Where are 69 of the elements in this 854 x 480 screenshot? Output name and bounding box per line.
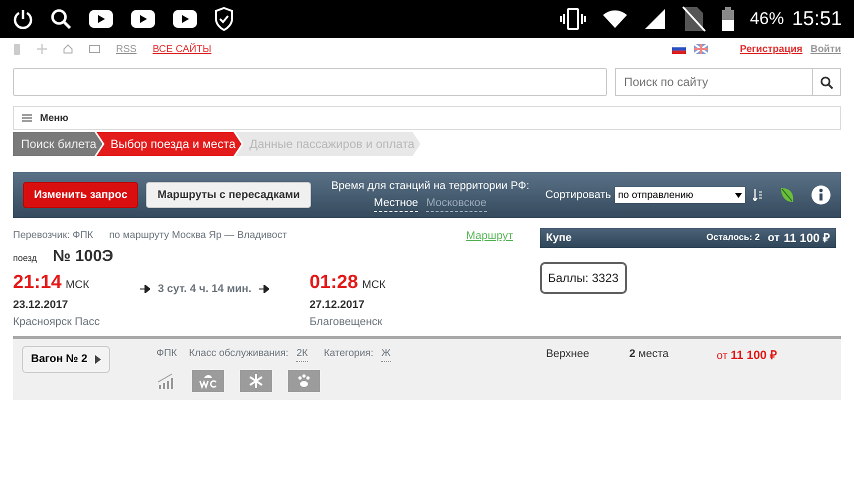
category-value: Ж [381,346,391,362]
site-search-field[interactable]: Поиск по сайту [615,68,813,96]
step-tab[interactable]: Поиск билета [13,132,102,156]
time-zone: МСК [66,278,90,292]
battery-percent: 46% [750,8,784,30]
play-icon [130,9,156,29]
category-label: Категория: [324,347,374,361]
departure-station: Красноярск Пасс [13,314,100,330]
clock: 15:51 [792,7,842,32]
route-link[interactable]: Маршрут [466,228,513,244]
search-icon [50,8,72,30]
seat-type: Верхнее [546,347,590,362]
change-query-button[interactable]: Изменить запрос [23,182,138,208]
wagon-price: от 11 100 ₽ [716,347,777,364]
seats-count: 2 места [629,347,669,362]
vibrate-icon [560,8,586,30]
main-input-field[interactable] [13,68,607,96]
wifi-icon [602,9,628,29]
step-tab[interactable]: Выбор поезда и места [96,132,242,156]
carrier-text: Перевозчик: ФПК [13,229,94,243]
transfer-routes-button[interactable]: Маршруты с пересадками [146,182,311,208]
play-icon [172,9,198,29]
russian-flag-icon[interactable] [672,44,686,54]
dropdown-caret-icon[interactable] [735,192,742,198]
train-label: поезд [13,252,37,265]
time-option[interactable]: Московское [426,194,487,212]
points-badge: Баллы: 3323 [540,262,627,294]
sort-select[interactable]: по отправлению [615,187,745,203]
login-link[interactable]: Войти [810,42,841,56]
arrival-station: Благовещенск [309,314,384,330]
time-zone: МСК [362,278,386,292]
british-flag-icon[interactable] [694,44,708,54]
power-icon [12,8,34,30]
snowflake-icon [240,370,272,392]
play-icon [88,9,114,29]
arrow-icon [259,284,270,293]
departure-date: 23.12.2017 [13,298,70,313]
departure-time: 21:14 [13,270,62,294]
search-button[interactable] [813,68,841,96]
service-class-label: Класс обслуживания: [188,347,288,361]
duration-text: 3 сут. 4 ч. 14 мин. [158,282,252,296]
wagon-button[interactable]: Вагон № 2 [22,346,110,372]
carrier-name: ФПК [156,347,177,361]
caret-icon [95,354,102,364]
wc-icon [192,370,224,392]
info-icon[interactable] [811,185,831,205]
menu-icon[interactable] [22,114,32,122]
battery-icon [722,7,734,31]
arrival-time: 01:28 [309,270,358,294]
shield-icon [214,7,234,31]
train-number: № 100Э [52,246,114,266]
no-sim-icon [682,6,706,32]
menu-label[interactable]: Меню [40,110,68,126]
sort-icon[interactable] [753,189,763,201]
rss-link[interactable]: RSS [116,42,137,56]
all-sites-link[interactable]: ВСЕ САЙТЫ [152,42,212,56]
signal-icon [644,8,666,30]
time-zone-label: Время для станций на территории РФ: [331,179,530,194]
service-class-value: 2К [296,346,308,362]
register-link[interactable]: Регистрация [740,42,802,56]
time-option[interactable]: Местное [374,194,418,212]
sort-label: Сортировать [545,188,611,203]
search-icon[interactable] [820,76,833,88]
coupe-class-bar[interactable]: Купе Осталось: 2 от 11 100 ₽ [540,228,836,248]
arrow-icon [140,284,150,293]
arrival-date: 27.12.2017 [309,298,366,313]
leaf-icon[interactable] [779,186,795,204]
route-text: по маршруту Москва Яр — Владивост [109,229,287,243]
paw-icon [288,370,320,392]
